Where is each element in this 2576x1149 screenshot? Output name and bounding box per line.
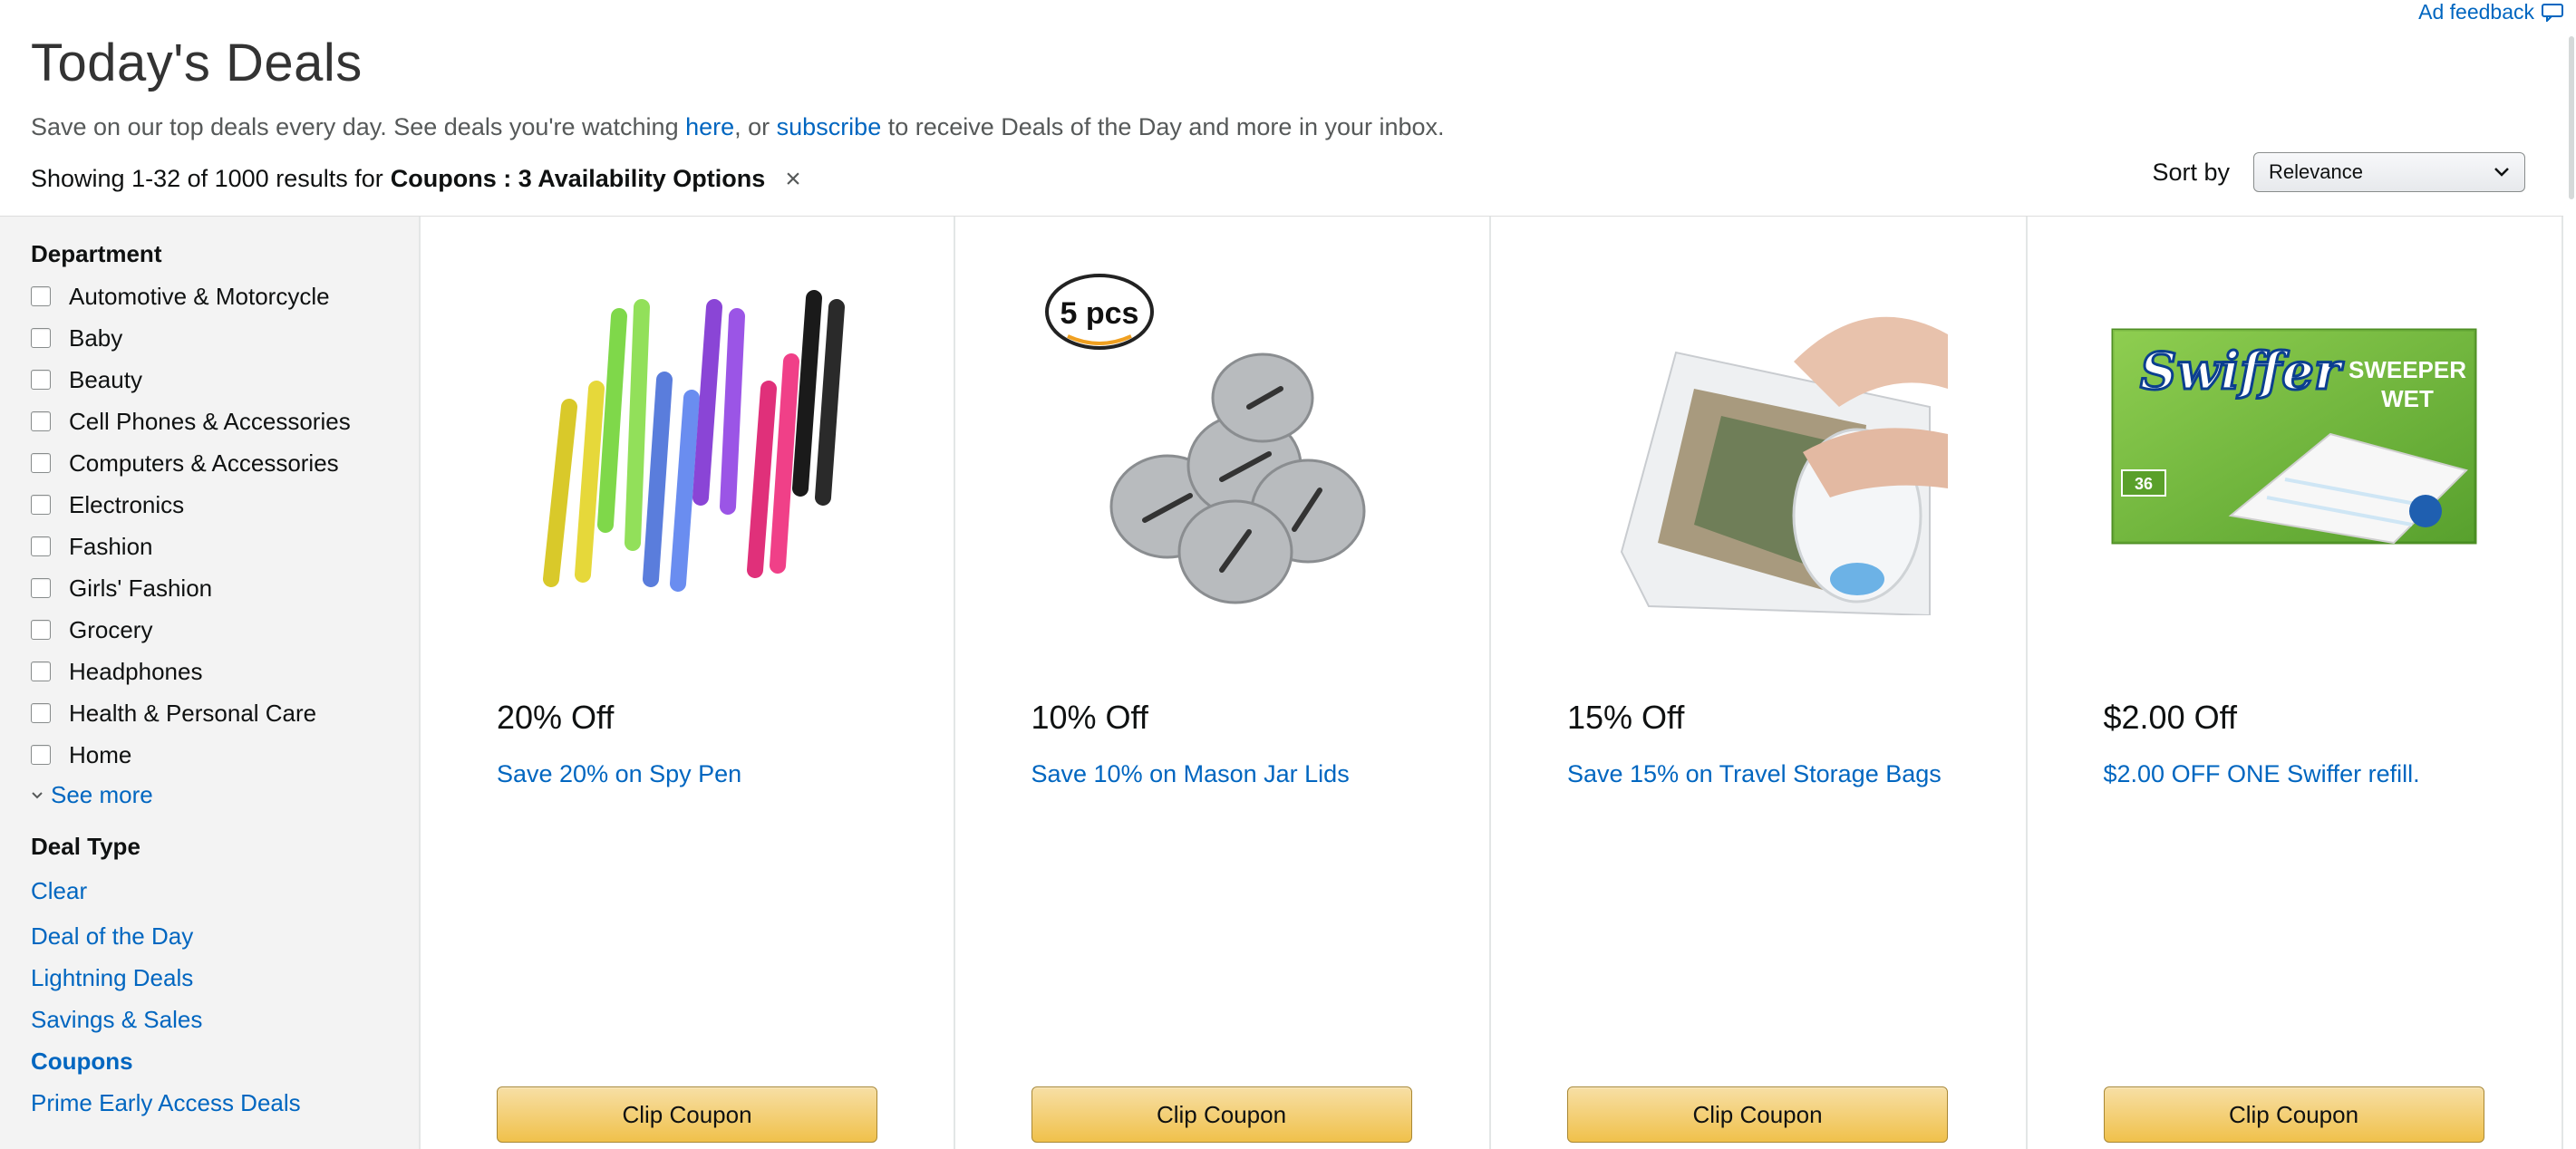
deal-title-link[interactable]: Save 15% on Travel Storage Bags	[1567, 760, 1942, 788]
product-image: 5 pcs	[1044, 274, 1365, 604]
checkbox[interactable]	[31, 661, 51, 681]
deal-discount: 20% Off	[497, 699, 615, 736]
department-option[interactable]: Baby	[31, 317, 388, 359]
deal-discount: 15% Off	[1567, 699, 1685, 736]
deal-card[interactable]: 15% Off Save 15% on Travel Storage Bags …	[1491, 217, 2028, 1149]
swiffer-count: 36	[2134, 475, 2152, 493]
department-option[interactable]: Cell Phones & Accessories	[31, 401, 388, 442]
spy-pens-image[interactable]	[497, 253, 877, 615]
deal-title-link[interactable]: Save 20% on Spy Pen	[497, 760, 741, 788]
department-label: Health & Personal Care	[69, 699, 317, 727]
product-image	[1620, 316, 1948, 615]
product-image	[543, 290, 845, 592]
deal-discount: 10% Off	[1031, 699, 1148, 736]
checkbox[interactable]	[31, 411, 51, 431]
page-title: Today's Deals	[31, 34, 363, 92]
department-option[interactable]: Grocery	[31, 609, 388, 651]
deal-type-link[interactable]: Savings & Sales	[31, 999, 388, 1040]
department-label: Headphones	[69, 657, 203, 685]
department-option[interactable]: Home	[31, 734, 388, 776]
department-label: Grocery	[69, 615, 153, 643]
deal-type-clear-link[interactable]: Clear	[31, 870, 388, 912]
subtitle-text: , or	[734, 113, 777, 140]
department-label: Cell Phones & Accessories	[69, 407, 351, 435]
department-option[interactable]: Computers & Accessories	[31, 442, 388, 484]
ad-feedback-link[interactable]: Ad feedback	[2418, 0, 2563, 24]
page-header: Today's Deals Save on our top deals ever…	[31, 33, 2532, 141]
clip-coupon-button[interactable]: Clip Coupon	[1567, 1086, 1948, 1143]
filter-sidebar: Department Automotive & Motorcycle Baby …	[0, 216, 419, 1149]
deal-type-heading: Deal Type	[31, 833, 140, 860]
checkbox[interactable]	[31, 703, 51, 723]
department-option[interactable]: Automotive & Motorcycle	[31, 275, 388, 317]
mason-jar-lids-image[interactable]: 5 pcs	[1031, 253, 1412, 615]
department-option[interactable]: Health & Personal Care	[31, 692, 388, 734]
deal-type-link-active[interactable]: Coupons	[31, 1040, 388, 1082]
clip-coupon-button[interactable]: Clip Coupon	[1031, 1086, 1412, 1143]
deal-type-link[interactable]: Prime Early Access Deals	[31, 1082, 388, 1124]
department-label: Fashion	[69, 532, 153, 560]
subtitle-text: Save on our top deals every day. See dea…	[31, 113, 686, 140]
chevron-down-icon	[2494, 168, 2509, 177]
clip-coupon-button[interactable]: Clip Coupon	[2103, 1086, 2484, 1143]
deal-discount: $2.00 Off	[2103, 699, 2237, 736]
deal-type-link[interactable]: Lightning Deals	[31, 957, 388, 999]
swiffer-brand: Swiffer	[2140, 342, 2344, 401]
checkbox[interactable]	[31, 495, 51, 515]
sort-label: Sort by	[2152, 158, 2230, 186]
results-count: Showing 1-32 of 1000 results for	[31, 165, 383, 192]
deal-type-link[interactable]: Deal of the Day	[31, 915, 388, 957]
department-label: Electronics	[69, 490, 185, 518]
swiffer-product-line1: SWEEPER	[2348, 356, 2465, 383]
department-label: Beauty	[69, 365, 142, 393]
deal-title-link[interactable]: $2.00 OFF ONE Swiffer refill.	[2104, 760, 2420, 788]
deal-title-link[interactable]: Save 10% on Mason Jar Lids	[1031, 760, 1350, 788]
department-option[interactable]: Headphones	[31, 651, 388, 692]
deals-grid: 20% Off Save 20% on Spy Pen Clip Coupon …	[419, 216, 2563, 1149]
checkbox[interactable]	[31, 536, 51, 556]
checkbox[interactable]	[31, 370, 51, 390]
checkbox[interactable]	[31, 745, 51, 765]
ad-feedback-label: Ad feedback	[2418, 0, 2534, 24]
watched-deals-link[interactable]: here	[685, 113, 734, 140]
see-more-label: See more	[51, 781, 153, 808]
department-option[interactable]: Beauty	[31, 359, 388, 401]
speech-bubble-icon	[2542, 3, 2563, 22]
deal-card[interactable]: 20% Off Save 20% on Spy Pen Clip Coupon	[419, 217, 955, 1149]
sort-dropdown[interactable]: Relevance	[2253, 152, 2525, 192]
see-more-link[interactable]: See more	[31, 781, 388, 809]
scrollbar[interactable]	[2569, 36, 2574, 199]
clip-coupon-button[interactable]: Clip Coupon	[497, 1086, 877, 1143]
checkbox[interactable]	[31, 453, 51, 473]
sort-control: Sort by Relevance	[2152, 152, 2525, 192]
department-label: Baby	[69, 323, 123, 352]
department-option[interactable]: Girls' Fashion	[31, 567, 388, 609]
clear-filter-icon[interactable]: ×	[785, 165, 801, 193]
checkbox[interactable]	[31, 620, 51, 640]
deal-card[interactable]: 5 pcs 10% Off Save 10% on Mason Jar Lids…	[955, 217, 1491, 1149]
subtitle-text: to receive Deals of the Day and more in …	[881, 113, 1445, 140]
chevron-down-icon	[32, 791, 43, 798]
checkbox[interactable]	[31, 578, 51, 598]
department-heading: Department	[31, 240, 162, 267]
swiffer-product-line2: WET	[2381, 385, 2434, 412]
active-filter: Coupons : 3 Availability Options	[390, 165, 766, 192]
department-label: Girls' Fashion	[69, 574, 213, 602]
checkbox[interactable]	[31, 286, 51, 306]
department-option[interactable]: Fashion	[31, 526, 388, 567]
product-image: Swiffer SWEEPER WET 36	[2111, 328, 2476, 545]
deal-card[interactable]: Swiffer SWEEPER WET 36 $2.00 Off $2.00 O…	[2028, 217, 2563, 1149]
swiffer-box-image[interactable]: Swiffer SWEEPER WET 36	[2104, 253, 2484, 615]
results-summary: Showing 1-32 of 1000 results for Coupons…	[31, 165, 801, 193]
department-label: Automotive & Motorcycle	[69, 282, 330, 310]
department-label: Home	[69, 740, 132, 768]
checkbox[interactable]	[31, 328, 51, 348]
sort-selected-value: Relevance	[2269, 160, 2363, 183]
department-option[interactable]: Electronics	[31, 484, 388, 526]
page-subtitle: Save on our top deals every day. See dea…	[31, 113, 2532, 141]
pcs-badge: 5 pcs	[1060, 296, 1138, 331]
subscribe-link[interactable]: subscribe	[777, 113, 882, 140]
storage-bag-image[interactable]	[1567, 253, 1948, 615]
department-label: Computers & Accessories	[69, 449, 339, 477]
